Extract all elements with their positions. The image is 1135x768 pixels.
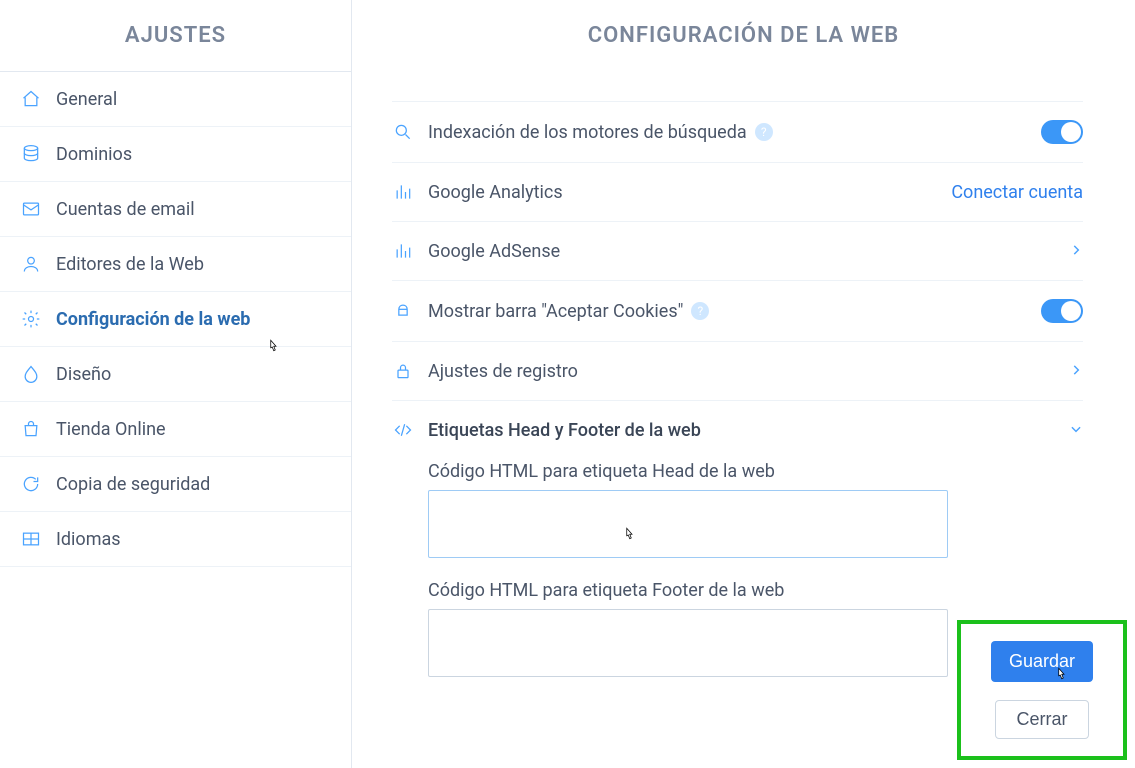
- sidebar-item-label: Cuentas de email: [56, 199, 195, 220]
- lock-icon: [392, 360, 414, 382]
- sidebar-item-label: Configuración de la web: [56, 309, 250, 330]
- row-cookies-label: Mostrar barra "Aceptar Cookies" ?: [428, 301, 1027, 322]
- row-site-name[interactable]: Nombre de la web: pizzeria Editar nombre: [392, 72, 1083, 102]
- sidebar-item-general[interactable]: General: [0, 72, 351, 127]
- connect-account-link[interactable]: Conectar cuenta: [951, 182, 1083, 203]
- help-icon[interactable]: ?: [691, 302, 709, 320]
- row-indexing-label: Indexación de los motores de búsqueda ?: [428, 122, 1027, 143]
- sidebar-item-editors[interactable]: Editores de la Web: [0, 237, 351, 292]
- chevron-right-icon: [1069, 242, 1083, 261]
- gear-icon: [20, 308, 42, 330]
- row-analytics-label: Google Analytics: [428, 182, 937, 203]
- main-title: CONFIGURACIÓN DE LA WEB: [588, 23, 900, 48]
- sidebar-item-label: Dominios: [56, 144, 132, 165]
- bar-chart-icon: [392, 240, 414, 262]
- drop-icon: [20, 363, 42, 385]
- help-icon[interactable]: ?: [755, 123, 773, 141]
- sidebar-item-email[interactable]: Cuentas de email: [0, 182, 351, 237]
- footer-code-label: Código HTML para etiqueta Footer de la w…: [428, 580, 1083, 601]
- cookies-toggle[interactable]: [1041, 299, 1083, 323]
- close-button[interactable]: Cerrar: [995, 700, 1088, 739]
- row-headfoot-label: Etiquetas Head y Footer de la web: [428, 420, 1055, 441]
- sidebar-item-label: Tienda Online: [56, 419, 166, 440]
- footer-code-input[interactable]: [428, 609, 948, 677]
- head-code-label: Código HTML para etiqueta Head de la web: [428, 461, 1083, 482]
- mail-icon: [20, 198, 42, 220]
- row-adsense-label: Google AdSense: [428, 241, 1055, 262]
- sidebar-item-label: Idiomas: [56, 529, 121, 550]
- row-cookies[interactable]: Mostrar barra "Aceptar Cookies" ?: [392, 281, 1083, 342]
- indexing-toggle[interactable]: [1041, 120, 1083, 144]
- row-adsense[interactable]: Google AdSense: [392, 222, 1083, 281]
- sidebar-item-web-config[interactable]: Configuración de la web: [0, 292, 351, 347]
- user-icon: [20, 253, 42, 275]
- sidebar-item-label: General: [56, 89, 117, 110]
- row-signup[interactable]: Ajustes de registro: [392, 342, 1083, 401]
- chevron-right-icon: [1069, 362, 1083, 381]
- cookie-icon: [392, 300, 414, 322]
- shopping-bag-icon: [20, 418, 42, 440]
- row-headfoot[interactable]: Etiquetas Head y Footer de la web: [392, 401, 1083, 455]
- sidebar-item-store[interactable]: Tienda Online: [0, 402, 351, 457]
- refresh-icon: [20, 473, 42, 495]
- save-button[interactable]: Guardar: [991, 641, 1093, 682]
- head-code-input[interactable]: [428, 490, 948, 558]
- sidebar-item-label: Diseño: [56, 364, 111, 385]
- row-indexing[interactable]: Indexación de los motores de búsqueda ?: [392, 102, 1083, 163]
- main-header: CONFIGURACIÓN DE LA WEB: [352, 0, 1135, 72]
- indexing-text: Indexación de los motores de búsqueda: [428, 122, 747, 143]
- row-signup-label: Ajustes de registro: [428, 361, 1055, 382]
- sidebar: AJUSTES General Dominios Cuentas de emai…: [0, 0, 352, 768]
- chevron-down-icon: [1069, 421, 1083, 440]
- sidebar-item-label: Copia de seguridad: [56, 474, 210, 495]
- sidebar-item-design[interactable]: Diseño: [0, 347, 351, 402]
- database-icon: [20, 143, 42, 165]
- sidebar-title: AJUSTES: [125, 23, 226, 48]
- row-analytics[interactable]: Google Analytics Conectar cuenta: [392, 163, 1083, 222]
- home-icon: [20, 88, 42, 110]
- sidebar-item-languages[interactable]: Idiomas: [0, 512, 351, 567]
- sidebar-item-domains[interactable]: Dominios: [0, 127, 351, 182]
- search-icon: [392, 121, 414, 143]
- bar-chart-icon: [392, 181, 414, 203]
- grid-icon: [20, 528, 42, 550]
- sidebar-item-backup[interactable]: Copia de seguridad: [0, 457, 351, 512]
- sidebar-header: AJUSTES: [0, 0, 351, 72]
- code-icon: [392, 419, 414, 441]
- actions-highlight-box: Guardar Cerrar: [957, 620, 1127, 760]
- cookies-text: Mostrar barra "Aceptar Cookies": [428, 301, 683, 322]
- sidebar-item-label: Editores de la Web: [56, 254, 204, 275]
